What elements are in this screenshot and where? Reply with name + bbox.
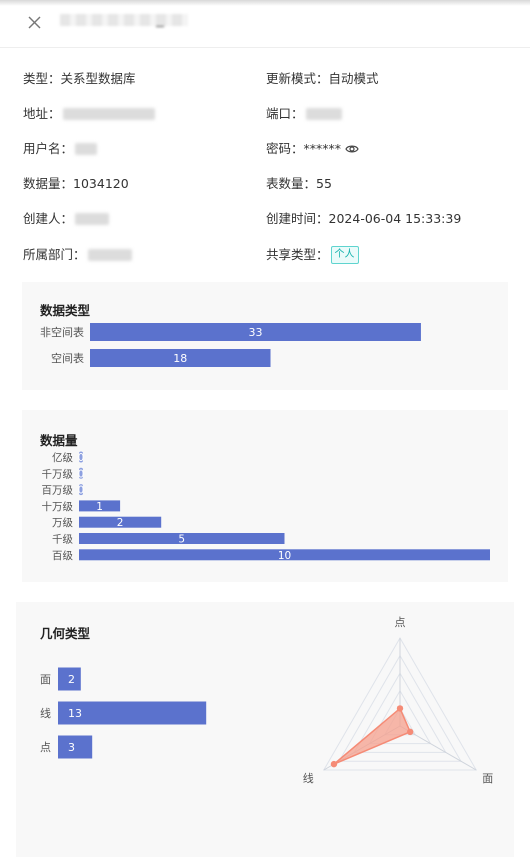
- eye-icon[interactable]: [345, 142, 359, 156]
- info-created-time: 创建时间： 2024-06-04 15:33:39: [266, 210, 461, 228]
- password-label: 密码：: [266, 141, 304, 156]
- info-row-count: 数据量： 1034120: [23, 175, 129, 193]
- bar: [58, 735, 93, 759]
- bar-value-label: 1: [96, 501, 103, 513]
- user-value-redacted: [75, 143, 98, 155]
- geometry-chart: 面 2线 13点 3点线面: [40, 616, 493, 785]
- category-label: 亿级: [52, 451, 73, 464]
- address-value-redacted: [62, 108, 155, 120]
- info-port: 端口：: [266, 105, 342, 123]
- data-type-chart: 非空间表 33 空间表 18: [40, 323, 421, 367]
- created-label: 创建时间：: [266, 211, 329, 226]
- data-type-card: 数据类型 非空间表 33 空间表 18: [22, 282, 508, 390]
- data-volume-card: 数据量 亿级 0 千万级 0 百万级 0 十万级 1 万级 2 千级 5 百级 10: [22, 410, 508, 582]
- creator-value-redacted: [75, 213, 110, 225]
- page-title-redacted: [60, 14, 188, 27]
- bar-value-label: 2: [117, 517, 124, 529]
- rows-label: 数据量：: [23, 176, 74, 191]
- bar-value-label: 18: [173, 352, 187, 365]
- info-table-count: 表数量： 55: [266, 175, 332, 193]
- bar-value-label: 0: [78, 485, 85, 497]
- update-label: 更新模式：: [266, 71, 329, 86]
- update-value: 自动模式: [328, 71, 379, 86]
- bar-value-label: 3: [68, 741, 75, 754]
- bar-value-label: 0: [78, 452, 85, 464]
- category-label: 点: [40, 741, 51, 754]
- category-label: 千级: [52, 534, 73, 546]
- radar-point: [330, 760, 338, 768]
- bar-value-label: 0: [78, 468, 85, 480]
- port-label: 端口：: [266, 106, 304, 121]
- dept-value-redacted: [87, 249, 132, 261]
- category-label: 万级: [52, 517, 73, 529]
- category-label: 百万级: [42, 485, 74, 497]
- info-username: 用户名：: [23, 140, 98, 158]
- radar-indicator-label: 面: [482, 772, 493, 785]
- bar-value-label: 13: [68, 707, 82, 720]
- type-value: 关系型数据库: [60, 71, 136, 86]
- radar-point: [396, 705, 404, 712]
- category-label: 空间表: [51, 351, 84, 365]
- radar-indicator-label: 线: [303, 771, 314, 785]
- data-volume-chart: 亿级 0 千万级 0 百万级 0 十万级 1 万级 2 千级 5 百级 10: [42, 451, 490, 562]
- bar-value-label: 5: [178, 534, 185, 546]
- category-label: 十万级: [42, 500, 74, 513]
- drawer-header: [0, 0, 530, 48]
- geometry-card: 几何类型 面 2 线 13 点 3 点线面: [16, 602, 514, 857]
- radar-area: [333, 707, 412, 765]
- type-label: 类型：: [23, 71, 61, 86]
- category-label: 面: [40, 673, 51, 686]
- info-type: 类型： 关系型数据库: [23, 70, 136, 88]
- radar-point: [406, 728, 414, 736]
- info-share-type: 共享类型： 个人: [266, 246, 359, 264]
- info-creator: 创建人：: [23, 210, 110, 228]
- category-label: 非空间表: [40, 325, 84, 339]
- category-label: 百级: [52, 550, 73, 562]
- radar-indicator-label: 点: [395, 616, 406, 629]
- close-button[interactable]: [24, 12, 46, 34]
- share-label: 共享类型：: [266, 247, 329, 262]
- creator-label: 创建人：: [23, 211, 74, 226]
- user-label: 用户名：: [23, 141, 74, 156]
- tables-value: 55: [316, 176, 332, 191]
- address-label: 地址：: [23, 106, 61, 121]
- password-value: ******: [303, 141, 342, 156]
- info-address: 地址：: [23, 105, 155, 123]
- port-value-redacted: [305, 108, 342, 120]
- rows-value: 1034120: [73, 176, 129, 191]
- tables-label: 表数量：: [266, 176, 317, 191]
- dept-label: 所属部门：: [23, 247, 86, 262]
- category-label: 线: [40, 706, 51, 720]
- info-update-mode: 更新模式： 自动模式: [266, 70, 379, 88]
- bar-value-label: 2: [68, 673, 75, 686]
- info-department: 所属部门：: [23, 246, 132, 264]
- bar-value-label: 10: [278, 550, 291, 562]
- category-label: 千万级: [42, 468, 74, 480]
- info-password: 密码： ******: [266, 140, 359, 158]
- bar-value-label: 33: [248, 326, 262, 339]
- created-value: 2024-06-04 15:33:39: [328, 211, 462, 226]
- share-badge: 个人: [330, 246, 359, 264]
- close-icon: [28, 16, 41, 29]
